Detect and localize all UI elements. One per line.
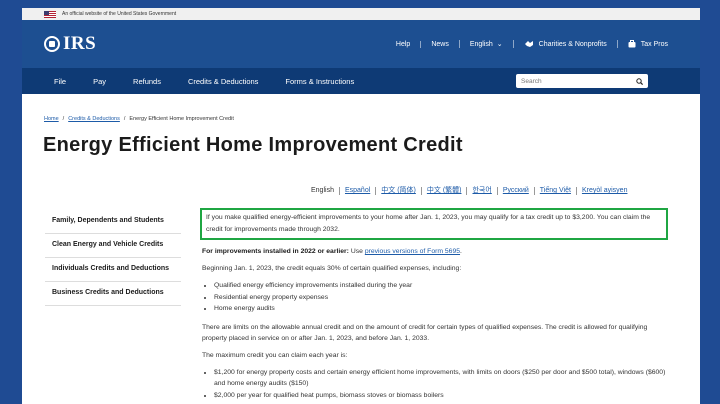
lang-chinese-traditional[interactable]: 中文 (繁體) xyxy=(420,187,467,195)
sidebar-item-clean-energy[interactable]: Clean Energy and Vehicle Credits xyxy=(45,234,181,258)
lang-korean[interactable]: 한국어 xyxy=(466,187,496,195)
language-selector: English Español 中文 (简体) 中文 (繁體) 한국어 Русс… xyxy=(306,187,632,195)
highlight-box: If you make qualified energy-efficient i… xyxy=(200,208,668,240)
breadcrumb-home[interactable]: Home xyxy=(44,116,59,122)
breadcrumb-separator: / xyxy=(123,116,126,122)
main-content: If you make qualified energy-efficient i… xyxy=(200,208,668,404)
lang-english: English xyxy=(311,187,334,194)
prior-years-text: Use xyxy=(348,248,365,255)
nav-item-refunds[interactable]: Refunds xyxy=(133,77,161,86)
charities-label: Charities & Nonprofits xyxy=(538,40,607,48)
charities-link[interactable]: Charities & Nonprofits xyxy=(512,40,617,48)
list-item: Home energy audits xyxy=(214,303,668,315)
sidebar-item-family-dependents[interactable]: Family, Dependents and Students xyxy=(45,210,181,234)
expenses-list: Qualified energy efficiency improvements… xyxy=(200,280,668,315)
form-5695-link[interactable]: previous versions of Form 5695 xyxy=(365,248,460,255)
sidebar-item-individuals-credits[interactable]: Individuals Credits and Deductions xyxy=(45,258,181,282)
help-link[interactable]: Help xyxy=(386,41,420,48)
language-dropdown[interactable]: English ⌄ xyxy=(458,40,513,48)
main-nav: File Pay Refunds Credits & Deductions Fo… xyxy=(22,68,700,94)
intro-paragraph: Beginning Jan. 1, 2023, the credit equal… xyxy=(202,265,462,272)
gov-banner-text: An official website of the United States… xyxy=(62,11,177,17)
prior-years-label: For improvements installed in 2022 or ea… xyxy=(202,248,349,255)
max-credit-paragraph: The maximum credit you can claim each ye… xyxy=(202,351,348,359)
news-label: News xyxy=(431,40,449,48)
nav-item-forms-instructions[interactable]: Forms & Instructions xyxy=(285,77,354,86)
nav-item-file[interactable]: File xyxy=(54,77,66,86)
site-header: IRS Help News English ⌄ Charities & Nonpr… xyxy=(22,20,700,68)
browser-page: An official website of the United States… xyxy=(22,8,700,404)
sidebar-nav: Family, Dependents and Students Clean En… xyxy=(45,210,181,306)
tax-pros-link[interactable]: Tax Pros xyxy=(616,40,678,48)
lang-russian[interactable]: Русский xyxy=(496,187,534,195)
eagle-icon xyxy=(44,36,60,52)
list-item: $2,000 per year for qualified heat pumps… xyxy=(214,390,668,402)
irs-logo[interactable]: IRS xyxy=(44,33,96,55)
search-placeholder: Search xyxy=(521,77,542,85)
list-item: Qualified energy efficiency improvements… xyxy=(214,280,668,292)
nav-item-credits-deductions[interactable]: Credits & Deductions xyxy=(188,77,258,86)
chevron-down-icon: ⌄ xyxy=(496,41,503,48)
max-credit-list: $1,200 for energy property costs and cer… xyxy=(200,367,668,402)
gov-banner: An official website of the United States… xyxy=(22,8,700,20)
us-flag-icon xyxy=(44,10,56,18)
breadcrumb-current: Energy Efficient Home Improvement Credit xyxy=(129,116,234,122)
page-title: Energy Efficient Home Improvement Credit xyxy=(43,134,463,156)
prior-years-note: For improvements installed in 2022 or ea… xyxy=(200,246,668,257)
breadcrumb-separator: / xyxy=(62,116,65,122)
utility-nav: Help News English ⌄ Charities & Nonprofit… xyxy=(386,40,678,48)
breadcrumb-credits-deductions[interactable]: Credits & Deductions xyxy=(68,116,120,122)
sidebar-item-business-credits[interactable]: Business Credits and Deductions xyxy=(45,282,181,306)
search-input[interactable]: Search xyxy=(516,74,648,88)
logo-text: IRS xyxy=(63,33,97,54)
lang-chinese-simplified[interactable]: 中文 (简体) xyxy=(375,187,421,195)
limits-paragraph: There are limits on the allowable annual… xyxy=(202,323,648,342)
tax-pros-label: Tax Pros xyxy=(640,40,668,48)
language-label: English xyxy=(469,40,493,48)
list-item: Residential energy property expenses xyxy=(214,292,668,304)
news-link[interactable]: News xyxy=(420,40,459,48)
handshake-icon xyxy=(524,41,533,47)
list-item: $1,200 for energy property costs and cer… xyxy=(214,367,668,390)
breadcrumb: Home / Credits & Deductions / Energy Efficie… xyxy=(44,116,234,122)
nav-item-pay[interactable]: Pay xyxy=(93,77,106,86)
lang-spanish[interactable]: Español xyxy=(338,187,375,195)
lang-vietnamese[interactable]: Tiếng Việt xyxy=(533,187,576,195)
prior-years-end: . xyxy=(460,248,462,255)
briefcase-icon xyxy=(628,40,636,48)
lang-haitian-creole[interactable]: Kreyòl ayisyen xyxy=(575,187,633,195)
search-icon[interactable] xyxy=(636,77,643,85)
help-label: Help xyxy=(395,40,411,48)
